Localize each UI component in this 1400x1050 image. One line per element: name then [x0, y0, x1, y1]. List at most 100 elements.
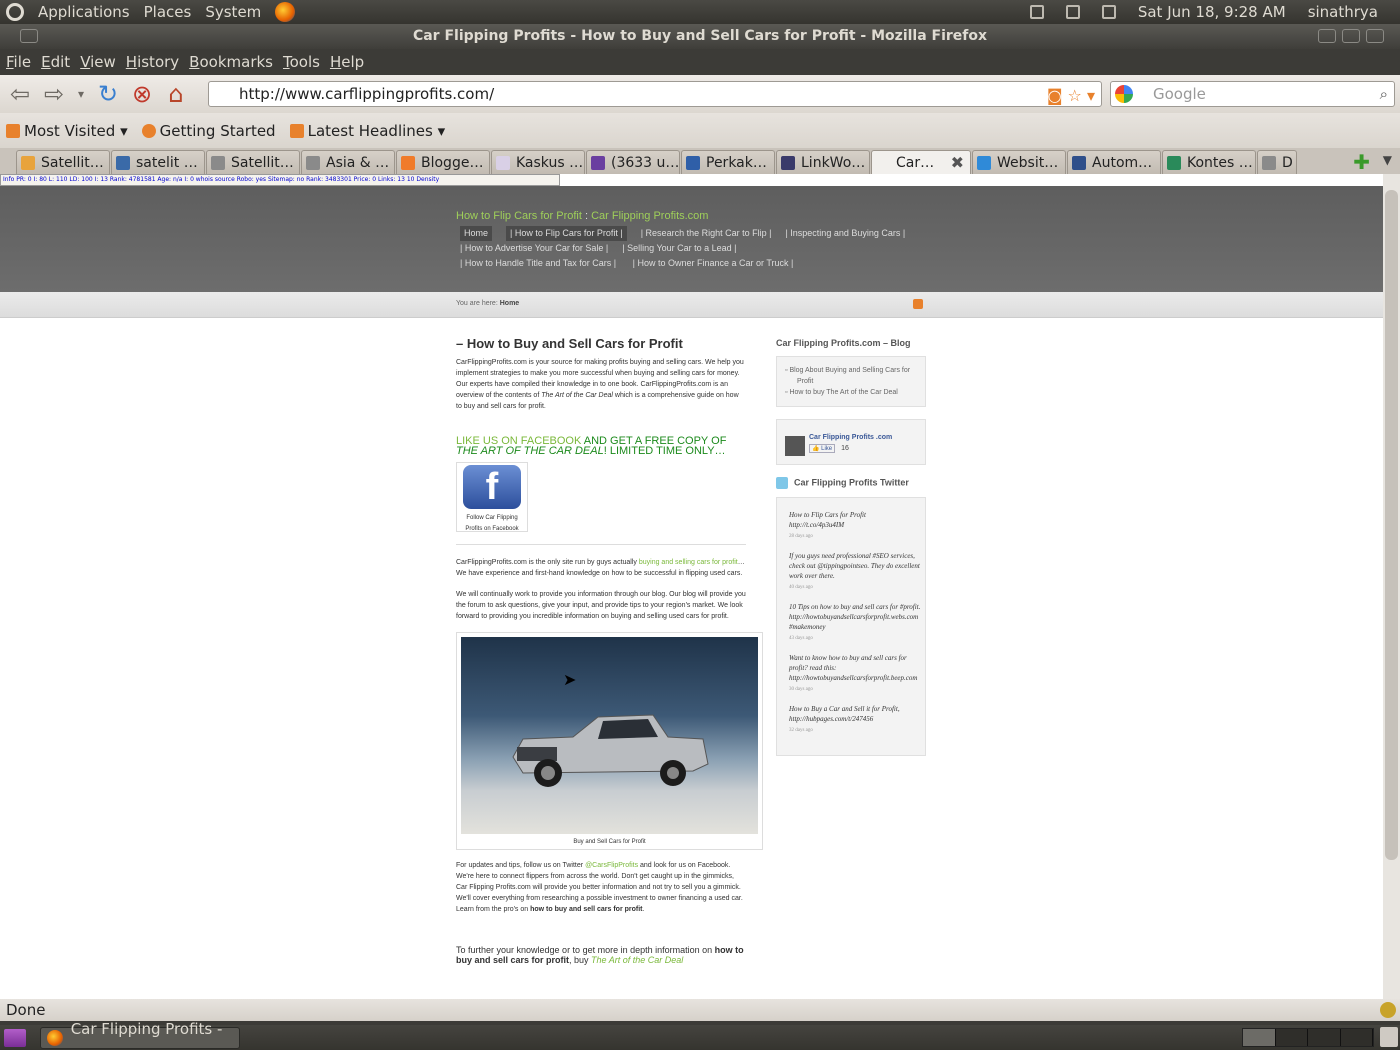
user-menu[interactable]: sinathrya — [1308, 3, 1378, 21]
nav-advertise[interactable]: | How to Advertise Your Car for Sale | — [460, 241, 608, 256]
menu-edit[interactable]: Edit — [41, 53, 70, 71]
tab[interactable]: satelit … — [111, 150, 205, 174]
site-favicon-icon — [1167, 155, 1181, 170]
taskbar-firefox-window[interactable]: Car Flipping Profits - … — [40, 1020, 240, 1050]
clock[interactable]: Sat Jun 18, 9:28 AM — [1138, 3, 1286, 21]
places-menu[interactable]: Places — [144, 3, 192, 21]
maximize-button[interactable] — [1342, 29, 1360, 43]
nav-title-tax[interactable]: | How to Handle Title and Tax for Cars | — [460, 256, 616, 271]
close-window-button[interactable] — [1366, 29, 1384, 43]
bookmark-latest-headlines[interactable]: Latest Headlines ▾ — [289, 122, 445, 140]
site-favicon-icon — [306, 155, 320, 170]
facebook-promo: LIKE US ON FACEBOOK AND GET A FREE COPY … — [456, 435, 727, 457]
applications-menu[interactable]: Applications — [38, 3, 130, 21]
tab-active[interactable]: Car… ✖ — [871, 150, 971, 174]
window-menu-icon[interactable] — [20, 29, 38, 43]
site-title[interactable]: How to Flip Cars for Profit : Car Flippi… — [456, 210, 708, 222]
tab[interactable]: LinkWo… — [776, 150, 870, 174]
twitter-handle-link[interactable]: @CarsFlipProfits — [585, 862, 638, 869]
network-icon[interactable] — [1029, 5, 1044, 19]
facebook-like-button[interactable]: 👍 Like — [809, 444, 836, 453]
addon-status-icon[interactable] — [1380, 1002, 1396, 1018]
blog-link[interactable]: ▫ Blog About Buying and Selling Cars for… — [785, 365, 917, 387]
twitter-widget-title: Car Flipping Profits Twitter — [776, 477, 926, 489]
tab[interactable]: Satellit… — [206, 150, 300, 174]
tab[interactable]: (3633 u… — [586, 150, 680, 174]
menu-history[interactable]: History — [126, 53, 179, 71]
tab[interactable]: Blogge… — [396, 150, 490, 174]
tweet[interactable]: 10 Tips on how to buy and sell cars for … — [789, 602, 921, 644]
ubuntu-logo-icon[interactable] — [6, 3, 24, 21]
tab-list-chevron-icon[interactable]: ▼ — [1383, 153, 1392, 167]
bookmark-getting-started[interactable]: Getting Started — [141, 122, 276, 140]
facebook-page-link[interactable]: Car Flipping Profits .com — [809, 434, 892, 441]
paragraph: We will continually work to provide you … — [456, 591, 746, 620]
menu-bookmarks[interactable]: Bookmarks — [189, 53, 273, 71]
bookmark-most-visited[interactable]: Most Visited ▾ — [6, 122, 128, 140]
google-engine-icon[interactable] — [1115, 85, 1133, 103]
tab[interactable]: Perkak… — [681, 150, 775, 174]
buying-selling-link[interactable]: buying and selling cars for profit — [639, 559, 738, 566]
vertical-scrollbar[interactable] — [1383, 174, 1400, 999]
search-magnifier-icon[interactable]: ⌕ — [1380, 82, 1388, 106]
tweet[interactable]: How to Flip Cars for Profit http://t.co/… — [789, 510, 921, 542]
nav-selling[interactable]: | Selling Your Car to a Lead | — [622, 241, 736, 256]
volume-icon[interactable] — [1065, 5, 1080, 19]
search-input[interactable]: Google ⌕ — [1110, 81, 1395, 107]
breadcrumb-home[interactable]: Home — [500, 300, 519, 307]
back-button[interactable]: ⇦ — [6, 80, 34, 108]
tab[interactable]: D — [1257, 150, 1297, 174]
tweet[interactable]: If you guys need professional #SEO servi… — [789, 551, 921, 593]
menu-tools[interactable]: Tools — [283, 53, 320, 71]
minimize-button[interactable] — [1318, 29, 1336, 43]
nav-home[interactable]: Home — [460, 226, 493, 241]
site-favicon-icon — [211, 155, 225, 170]
history-dropdown[interactable]: ▾ — [74, 80, 88, 108]
stop-button[interactable]: ⊗ — [128, 80, 156, 108]
url-bar[interactable]: http://www.carflippingprofits.com/ ◙ ☆ ▾ — [208, 81, 1102, 107]
menu-help[interactable]: Help — [330, 53, 364, 71]
sidebar: Car Flipping Profits.com – Blog ▫ Blog A… — [776, 338, 926, 768]
reload-button[interactable]: ↻ — [94, 80, 122, 108]
scrollbar-thumb[interactable] — [1385, 190, 1398, 860]
new-tab-plus-icon[interactable]: ✚ — [1353, 150, 1370, 174]
tab[interactable]: Kontes … — [1162, 150, 1256, 174]
forward-button[interactable]: ⇨ — [40, 80, 68, 108]
tab[interactable]: Satellit… — [16, 150, 110, 174]
nav-inspecting[interactable]: | Inspecting and Buying Cars | — [785, 226, 905, 241]
tweet[interactable]: Want to know how to buy and sell cars fo… — [789, 653, 921, 695]
mail-icon[interactable] — [1101, 5, 1116, 19]
tweet[interactable]: How to Buy a Car and Sell it for Profit,… — [789, 704, 921, 736]
blogger-icon — [401, 155, 415, 170]
menu-file[interactable]: File — [6, 53, 31, 71]
firefox-launcher-icon[interactable] — [275, 2, 296, 22]
seo-addon-toolbar[interactable]: Info PR: 0 I: 80 L: 110 LD: 100 I: 13 Ra… — [0, 174, 560, 186]
art-of-car-deal-link[interactable]: The Art of the Car Deal — [591, 955, 683, 965]
divider — [456, 544, 746, 545]
nav-owner-finance[interactable]: | How to Owner Finance a Car or Truck | — [633, 256, 794, 271]
show-desktop-button[interactable] — [4, 1028, 26, 1047]
menu-view[interactable]: View — [80, 53, 116, 71]
top-panel: Applications Places System Sat Jun 18, 9… — [0, 0, 1400, 24]
workspace-switcher[interactable] — [1242, 1028, 1374, 1047]
trash-icon[interactable] — [1380, 1027, 1398, 1047]
rss-bookmark-icons[interactable]: ◙ ☆ ▾ — [1047, 84, 1095, 108]
tab[interactable]: Autom… — [1067, 150, 1161, 174]
home-button[interactable]: ⌂ — [162, 80, 190, 108]
nav-flip-cars[interactable]: | How to Flip Cars for Profit | — [506, 226, 627, 241]
facebook-follow-box[interactable]: f Follow Car Flipping Profits on Faceboo… — [456, 462, 528, 532]
nav-research[interactable]: | Research the Right Car to Flip | — [641, 226, 772, 241]
status-text: Done — [6, 1001, 46, 1019]
firefox-icon — [47, 1029, 63, 1046]
rss-icon[interactable] — [913, 299, 923, 309]
twitter-widget: How to Flip Cars for Profit http://t.co/… — [776, 497, 926, 756]
mouse-cursor-icon: ➤ — [563, 670, 577, 689]
site-header: How to Flip Cars for Profit : Car Flippi… — [0, 186, 1383, 292]
tab[interactable]: Kaskus … — [491, 150, 585, 174]
navigation-toolbar: ⇦ ⇨ ▾ ↻ ⊗ ⌂ http://www.carflippingprofit… — [0, 75, 1400, 113]
tab[interactable]: Asia & … — [301, 150, 395, 174]
system-menu[interactable]: System — [205, 3, 261, 21]
tab[interactable]: Websit… — [972, 150, 1066, 174]
blog-link[interactable]: ▫ How to buy The Art of the Car Deal — [785, 387, 917, 398]
close-tab-icon[interactable]: ✖ — [951, 153, 964, 172]
